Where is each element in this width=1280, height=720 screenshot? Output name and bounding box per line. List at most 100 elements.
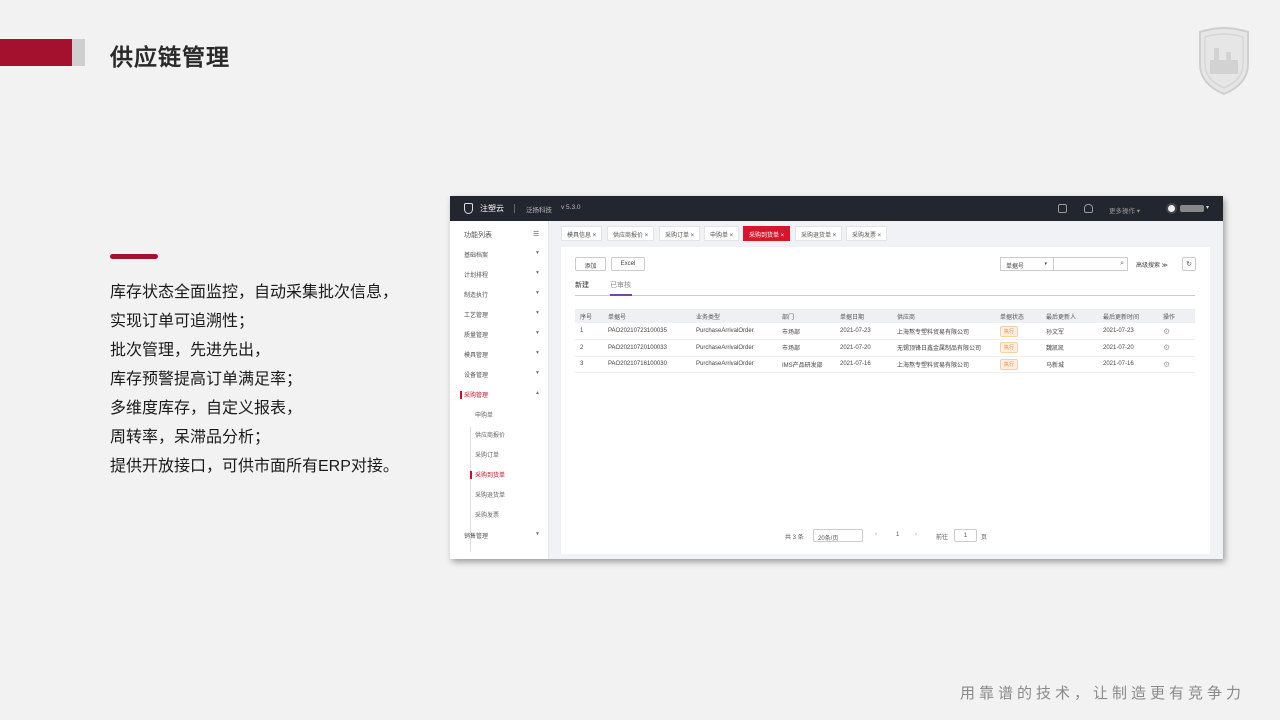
feature-line: 库存预警提高订单满足率； (110, 371, 303, 388)
next-page-icon[interactable]: › (915, 532, 917, 538)
gear-icon[interactable]: ⚙ (1163, 343, 1170, 352)
status-badge: 执行 (1000, 358, 1019, 370)
app-brand: 注塑云 (480, 204, 504, 213)
column-header[interactable]: 部门 (777, 309, 835, 323)
gear-icon[interactable]: ⚙ (1163, 360, 1170, 369)
cell-doc-no[interactable]: PAO20210723100035 (603, 323, 691, 340)
sidebar-item-equipment[interactable]: 设备管理 ▼ (464, 370, 544, 382)
feature-line: 提供开放接口，可供市面所有ERP对接。 (110, 458, 399, 475)
sidebar-header: 功能列表 (464, 232, 492, 239)
goto-page-input[interactable]: 1 (954, 529, 977, 542)
search-icon[interactable]: ⌕ (1120, 260, 1124, 268)
table-row[interactable]: 2 PAO20210720100033 PurchaseArrivalOrder… (575, 339, 1195, 357)
cell-biz-type: PurchaseArrivalOrder (691, 323, 777, 340)
table-row[interactable]: 3 PAO20210716100030 PurchaseArrivalOrder… (575, 356, 1195, 373)
search-input[interactable]: ⌕ (1053, 257, 1128, 271)
sidebar-item-basic-files[interactable]: 基础档案 ▼ (464, 250, 544, 262)
column-header[interactable]: 最后更新时间 (1098, 309, 1158, 323)
column-header[interactable]: 单据号 (603, 309, 691, 323)
column-header[interactable]: 序号 (575, 309, 603, 323)
advanced-search-button[interactable]: 高级搜索 ≫ (1136, 260, 1168, 269)
cell-updater: 马新城 (1041, 356, 1098, 373)
caret-down-icon: ▼ (535, 330, 540, 336)
gear-icon[interactable]: ⚙ (1163, 327, 1170, 336)
column-header[interactable]: 操作 (1158, 309, 1195, 323)
sidebar-item-procurement[interactable]: 采购管理 ▲ (460, 390, 544, 402)
sidebar-item-planning[interactable]: 计划排程 ▼ (464, 270, 544, 282)
feature-line: 多维度库存，自定义报表， (110, 400, 303, 417)
sidebar-item-quality[interactable]: 质量管理 ▼ (464, 330, 544, 342)
caret-down-icon: ▼ (535, 310, 540, 316)
brand-shield-icon (464, 203, 473, 214)
subtab-approved[interactable]: 已审核 (610, 280, 632, 296)
tab-arrival-order[interactable]: 采购到货单 × (743, 226, 791, 241)
sidebar-item-process[interactable]: 工艺管理 ▼ (464, 310, 544, 322)
subitem-invoice[interactable]: 采购发票 (475, 510, 499, 519)
status-badge: 执行 (1000, 342, 1019, 354)
cell-updated-at: 2021-07-20 (1098, 339, 1158, 357)
subitem-purchase-order[interactable]: 采购订单 (475, 450, 499, 459)
header-accent-bar (0, 39, 72, 66)
sidebar-item-molds[interactable]: 模具管理 ▼ (464, 350, 544, 362)
subtab-new[interactable]: 新建 (575, 280, 589, 290)
fullscreen-icon[interactable] (1058, 204, 1067, 213)
add-button[interactable]: 添加 (575, 257, 606, 271)
feature-line: 周转率，呆滞品分析； (110, 429, 271, 446)
column-header[interactable]: 单据日期 (835, 309, 892, 323)
tab-mold-info[interactable]: 模具信息 × (561, 226, 603, 241)
cell-index: 2 (575, 339, 603, 357)
subitem-purchase-request[interactable]: 申购单 (475, 410, 493, 419)
cell-actions: ⚙ (1158, 339, 1195, 357)
sidebar-item-sales[interactable]: 销售管理 ▼ (464, 531, 544, 543)
avatar[interactable] (1166, 203, 1177, 214)
chevron-down-icon[interactable]: ▾ (1206, 204, 1209, 211)
current-page[interactable]: 1 (896, 532, 899, 538)
menu-toggle-icon[interactable]: ☰ (533, 230, 539, 238)
sidebar-item-manufacturing[interactable]: 制造执行 ▼ (464, 290, 544, 302)
tab-purchase-request[interactable]: 申购单 × (704, 226, 740, 241)
column-header[interactable]: 供应商 (892, 309, 995, 323)
cell-supplier: 无锡顶锋日鑫金属制品有限公司 (892, 339, 995, 357)
column-header[interactable]: 业务类型 (691, 309, 777, 323)
column-header[interactable]: 单据状态 (995, 309, 1041, 323)
caret-down-icon: ▼ (535, 350, 540, 356)
slide-tagline: 用靠谱的技术，让制造更有竞争力 (960, 685, 1246, 702)
refresh-icon[interactable]: ↻ (1182, 257, 1196, 271)
user-name-redacted[interactable] (1180, 205, 1204, 212)
subitem-arrival-order[interactable]: 采购到货单 (469, 470, 505, 479)
cell-dept: 市场部 (777, 339, 835, 357)
tab-supplier-quote[interactable]: 供应商报价 × (607, 226, 655, 241)
tab-invoice[interactable]: 采购发票 × (846, 226, 888, 241)
status-badge: 执行 (1000, 325, 1019, 337)
more-actions-menu[interactable]: 更多操作 ▾ (1109, 205, 1140, 215)
text-accent-line (110, 254, 158, 259)
cell-date: 2021-07-23 (835, 323, 892, 340)
cell-index: 3 (575, 356, 603, 373)
prev-page-icon[interactable]: ‹ (875, 532, 877, 538)
status-subtabs: 新建 已审核 (575, 280, 1195, 296)
feature-line: 实现订单可追溯性； (110, 313, 255, 330)
table-row[interactable]: 1 PAO20210723100035 PurchaseArrivalOrder… (575, 323, 1195, 340)
cell-doc-no[interactable]: PAO20210720100033 (603, 339, 691, 357)
company-shield-logo (1199, 27, 1249, 96)
feature-list: 库存状态全面监控，自动采集批次信息， 实现订单可追溯性； 批次管理，先进先出， … (110, 278, 410, 481)
cell-actions: ⚙ (1158, 323, 1195, 340)
feature-line: 库存状态全面监控，自动采集批次信息， (110, 284, 399, 301)
slide-title: 供应链管理 (110, 44, 230, 70)
column-header[interactable]: 最后更新人 (1041, 309, 1098, 323)
topbar-divider (514, 204, 515, 213)
cell-doc-no[interactable]: PAO20210716100030 (603, 356, 691, 373)
cell-updated-at: 2021-07-23 (1098, 323, 1158, 340)
cell-status: 执行 (995, 323, 1041, 340)
tab-return-order[interactable]: 采购退货单 × (795, 226, 843, 241)
subitem-return-order[interactable]: 采购退货单 (475, 490, 505, 499)
cell-actions: ⚙ (1158, 356, 1195, 373)
cell-supplier: 上海熬专塑料贸易有限公司 (892, 356, 995, 373)
subitem-supplier-quote[interactable]: 供应商报价 (475, 430, 505, 439)
search-field-select[interactable]: 单据号 ▾ (1000, 257, 1053, 271)
tab-purchase-order[interactable]: 采购订单 × (659, 226, 701, 241)
goto-label: 前往 (936, 535, 949, 541)
excel-export-button[interactable]: Excel (611, 257, 645, 271)
page-size-select[interactable]: 20条/页 (813, 529, 863, 542)
bell-icon[interactable] (1084, 204, 1093, 213)
